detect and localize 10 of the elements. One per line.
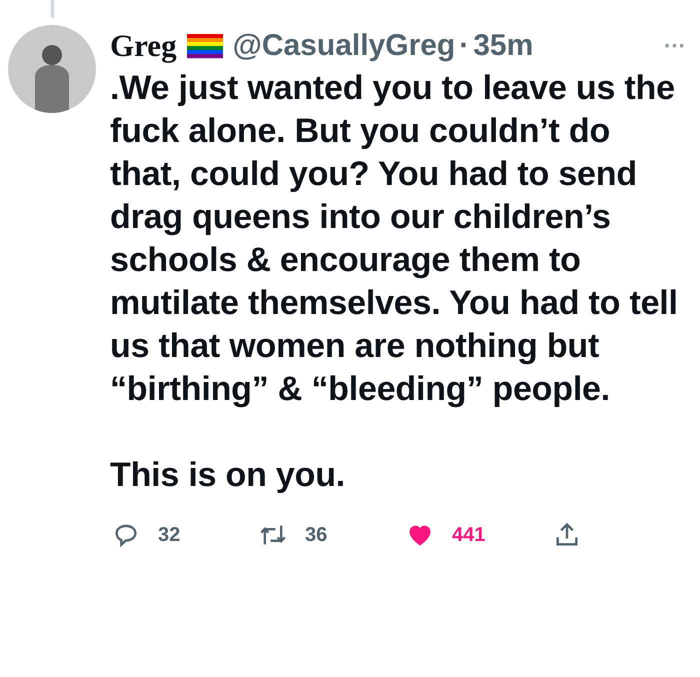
tweet-text: This is on you. bbox=[110, 455, 346, 496]
like-button[interactable]: 441 bbox=[406, 521, 553, 549]
display-name[interactable]: Greg bbox=[110, 28, 177, 64]
reply-button[interactable]: 32 bbox=[112, 521, 259, 549]
tweet-text: .We just wanted you to leave us the fuck alone. But you couldn’t do that, could you? You had to send drag queens into our children’s schools & encourage them to mutilate themselves. You had to tell us that women are nothing but “birthing” & “bleeding” people. bbox=[110, 68, 679, 410]
rainbow-flag-icon bbox=[186, 33, 223, 59]
retweet-button[interactable]: 36 bbox=[259, 521, 406, 549]
timestamp[interactable]: 35m bbox=[473, 29, 534, 63]
user-handle[interactable]: @CasuallyGreg bbox=[232, 29, 456, 63]
separator-dot: · bbox=[459, 29, 470, 63]
